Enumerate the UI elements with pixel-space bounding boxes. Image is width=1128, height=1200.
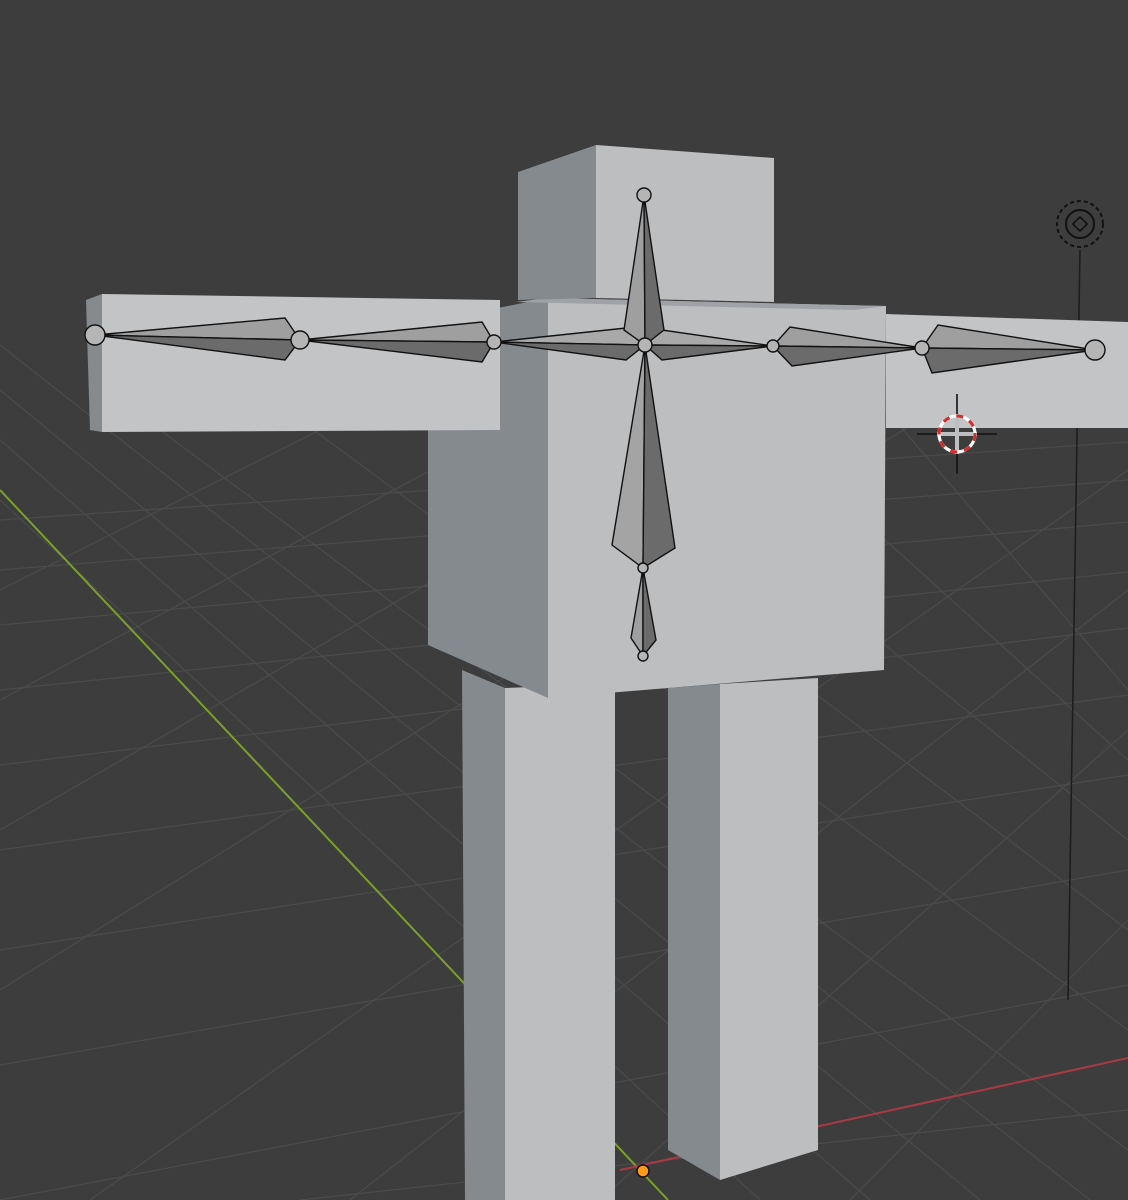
head-side bbox=[518, 145, 596, 300]
joint-shoulder-right[interactable] bbox=[766, 339, 780, 353]
joint-chest[interactable] bbox=[637, 337, 653, 353]
right-leg-side bbox=[668, 684, 720, 1180]
right-leg-front bbox=[720, 678, 818, 1180]
joint-shoulder-left[interactable] bbox=[486, 334, 502, 350]
right-arm-front bbox=[886, 314, 1128, 428]
left-arm-front bbox=[102, 294, 500, 432]
left-leg-front bbox=[505, 684, 615, 1200]
joint-head-top[interactable] bbox=[636, 187, 652, 203]
3d-viewport[interactable] bbox=[0, 0, 1128, 1200]
joint-hand-right[interactable] bbox=[1084, 339, 1106, 361]
joint-elbow-right[interactable] bbox=[914, 340, 930, 356]
left-arm-side bbox=[86, 294, 102, 432]
joint-pelvis[interactable] bbox=[637, 650, 649, 662]
joint-elbow-left[interactable] bbox=[290, 330, 310, 350]
object-origin-icon[interactable] bbox=[636, 1164, 650, 1178]
left-leg-side bbox=[462, 670, 505, 1200]
light-source-icon[interactable] bbox=[1056, 200, 1104, 248]
character-mesh[interactable] bbox=[86, 145, 1128, 1200]
head-front bbox=[596, 145, 774, 302]
joint-hip[interactable] bbox=[637, 562, 649, 574]
joint-hand-left[interactable] bbox=[84, 324, 106, 346]
